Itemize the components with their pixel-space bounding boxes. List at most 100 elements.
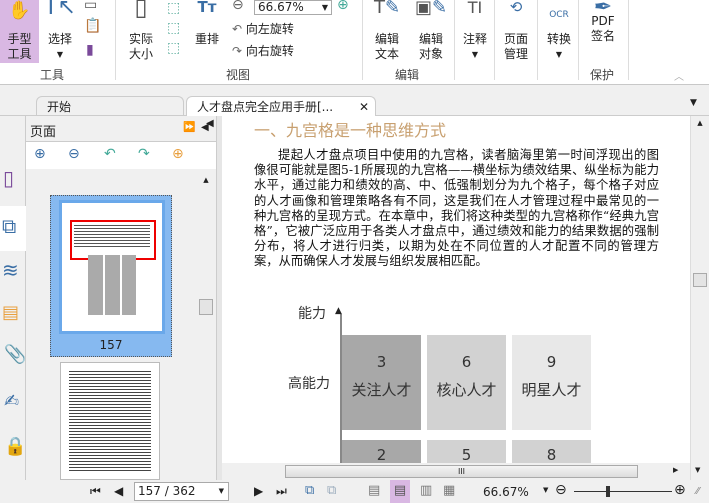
status-zoom-out-icon[interactable]: ⊖ [555, 482, 567, 498]
clipboard-icon[interactable]: 📋 [84, 18, 101, 34]
last-page-icon[interactable]: ⏭ [276, 484, 287, 499]
splitter-collapse-icon[interactable]: ◀ [206, 118, 214, 129]
fit-width-icon[interactable]: ⬚ [167, 20, 180, 36]
cell-number: 6 [461, 353, 472, 371]
fit-visible-icon[interactable]: ⬚ [167, 40, 180, 56]
body-paragraph: 提起人才盘点项目中使用的九宫格，读者脑海里第一时间浮现出的图像很可能就是图5-1… [254, 148, 659, 269]
comments-icon[interactable]: ▤ [2, 302, 19, 323]
collapse-ribbon-icon[interactable]: ︿ [674, 68, 684, 83]
signature-icon[interactable]: ✍ [4, 391, 19, 412]
expand-panel-icon[interactable]: ⏩ [183, 122, 195, 133]
page-number-input[interactable]: 157 / 362 ▼ [134, 482, 229, 501]
edit-text-icon: T✎ [373, 0, 401, 18]
prev-page-icon[interactable]: ◀ [114, 484, 123, 498]
thumbs-scrollbar[interactable]: ▲ [198, 171, 214, 480]
continuous-page-icon[interactable]: ▤ [390, 480, 410, 503]
next-page-icon[interactable]: ▶ [254, 484, 263, 498]
group-view: 视图 [226, 68, 251, 82]
insert-page-icon[interactable]: ⊕ [172, 146, 184, 162]
grid-cell: 8 [512, 440, 591, 463]
cell-number: 5 [461, 446, 472, 463]
select-button[interactable]: T↖ 选择 ▼ [42, 0, 78, 62]
status-bar: ⏮ ◀ 157 / 362 ▼ ▶ ⏭ ⧉ ⧉ ▤ ▤ ▥ ▦ 66.67% ▼ … [0, 480, 709, 503]
horizontal-scroll-thumb[interactable]: III [285, 465, 638, 478]
edit-text-button[interactable]: T✎ 编辑 文本 [370, 0, 404, 62]
resize-grip-icon[interactable]: ⁄⁄ [696, 486, 699, 497]
rotate-right-label: 向右旋转 [245, 44, 294, 58]
tab-bar: 开始 人才盘点完全应用手册[... ✕ ▼ [0, 86, 709, 116]
page-manage-button[interactable]: ⟲ 页面 管理 [499, 0, 533, 62]
vertical-scroll-thumb[interactable] [693, 273, 707, 287]
pages-panel: 页面 ⏩ ◀ ⊕ ⊖ ↶ ↷ ⊕ ▲ 157 [26, 116, 216, 480]
snapshot-icon[interactable]: ▭ [84, 0, 97, 13]
zoom-slider[interactable] [574, 486, 672, 497]
edit-text-label: 编辑 文本 [374, 32, 399, 61]
actual-size-button[interactable]: ▯ 实际 大小 [125, 0, 157, 62]
grid-cell: 9 明星人才 [512, 335, 591, 430]
facing-page-icon[interactable]: ▥ [420, 483, 432, 498]
tab-list-icon[interactable]: ▼ [690, 98, 697, 108]
page-thumbnail-selected[interactable]: 157 [50, 195, 172, 357]
zoom-select[interactable]: 66.67% ▼ [254, 0, 332, 15]
status-zoom-value[interactable]: 66.67% [483, 485, 529, 499]
ribbon-toolbar: ✋ 手型 工具 T↖ 选择 ▼ ▭ 📋 ▮ ▯ 实际 大小 ⬚ ⬚ ⬚ Tт 重排… [0, 0, 709, 85]
first-page-icon[interactable]: ⏮ [90, 484, 101, 499]
cell-number: 3 [376, 353, 387, 371]
bookmark-icon[interactable]: ▮ [86, 42, 94, 58]
zoom-out-icon[interactable]: ⊖ [232, 0, 244, 13]
single-page-icon[interactable]: ▤ [368, 483, 380, 498]
pages-icon[interactable]: ⧉ [2, 214, 16, 238]
tab-start[interactable]: 开始 [36, 96, 184, 116]
zoom-slider-thumb[interactable] [606, 486, 611, 497]
horizontal-scrollbar[interactable]: III ▶ [285, 463, 690, 480]
tab-document[interactable]: 人才盘点完全应用手册[... ✕ [186, 96, 376, 116]
pdf-sign-button[interactable]: ✒ PDF 签名 [584, 0, 622, 44]
panel-title: 页面 [30, 125, 57, 140]
document-view: 一、九宫格是一种思维方式 提起人才盘点项目中使用的九宫格，读者脑海里第一时间浮现… [222, 116, 690, 463]
annotate-label: 注释 [462, 32, 487, 46]
fit-page-icon[interactable]: ⬚ [167, 0, 180, 16]
y-axis-arrow-icon: ▲ [335, 306, 342, 316]
tab-document-label: 人才盘点完全应用手册[... [197, 100, 334, 114]
cell-number: 8 [546, 446, 557, 463]
cell-number: 2 [376, 446, 387, 463]
next-view-icon[interactable]: ⧉ [327, 483, 336, 498]
hand-icon: ✋ [8, 0, 31, 21]
vertical-scrollbar[interactable]: ▲ ▼ [690, 116, 709, 480]
attachment-icon[interactable]: 📎 [4, 344, 26, 365]
status-zoom-in-icon[interactable]: ⊕ [674, 482, 686, 498]
reflow-button[interactable]: Tт 重排 [192, 0, 222, 47]
grid-cell: 5 [427, 440, 506, 463]
cell-number: 9 [546, 353, 557, 371]
close-tab-icon[interactable]: ✕ [359, 97, 369, 117]
rotate-page-left-icon[interactable]: ↶ [104, 146, 116, 162]
edit-object-button[interactable]: ▣✎ 编辑 对象 [412, 0, 450, 62]
cell-label: 明星人才 [521, 381, 582, 399]
page-thumbnail[interactable] [60, 362, 160, 480]
previous-view-icon[interactable]: ⧉ [305, 483, 314, 498]
hand-tool-button[interactable]: ✋ 手型 工具 [0, 0, 39, 63]
layers-icon[interactable]: ≋ [2, 258, 19, 282]
tab-start-label: 开始 [47, 100, 72, 114]
convert-label: 转换 [546, 32, 571, 46]
rotate-right-icon: ↷ [232, 44, 243, 58]
zoom-in-icon[interactable]: ⊕ [337, 0, 349, 13]
thumb-zoom-out-icon[interactable]: ⊖ [68, 146, 80, 162]
bookmarks-icon[interactable]: ▯ [3, 166, 14, 190]
y-axis-label: 能力 [298, 306, 326, 322]
thumbnail-page-number: 157 [99, 338, 123, 352]
page-icon: ▯ [134, 0, 148, 21]
lock-icon[interactable]: 🔒 [4, 436, 26, 457]
rotate-left-icon: ↶ [232, 22, 243, 36]
continuous-facing-icon[interactable]: ▦ [443, 483, 455, 498]
zoom-dropdown-icon[interactable]: ▼ [543, 486, 548, 494]
grid-cell: 2 [342, 440, 421, 463]
rotate-page-right-icon[interactable]: ↷ [138, 146, 150, 162]
page-number-value: 157 / 362 [138, 484, 196, 498]
thumb-zoom-in-icon[interactable]: ⊕ [34, 146, 46, 162]
annotate-button[interactable]: TI 注释 ▼ [460, 0, 490, 62]
rotate-left-label: 向左旋转 [245, 22, 294, 36]
convert-button[interactable]: OCR 转换 ▼ [542, 0, 576, 62]
rotate-left-button[interactable]: ↶ 向左旋转 [232, 20, 294, 37]
rotate-right-button[interactable]: ↷ 向右旋转 [232, 42, 294, 59]
